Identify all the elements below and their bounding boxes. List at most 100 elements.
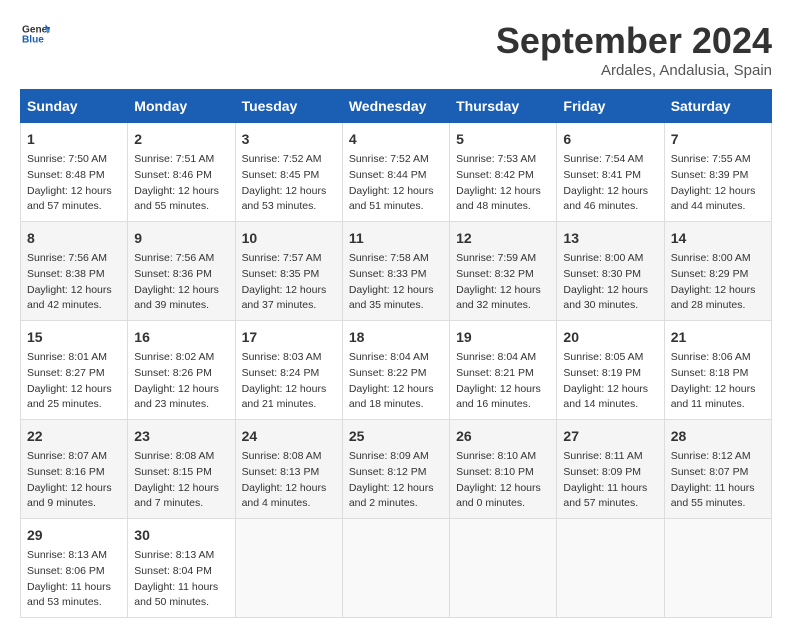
daylight-text: Daylight: 11 hours and 50 minutes. — [134, 580, 228, 612]
daylight-text: Daylight: 12 hours and 7 minutes. — [134, 481, 228, 513]
daylight-text: Daylight: 12 hours and 35 minutes. — [349, 283, 443, 315]
calendar-cell — [450, 519, 557, 618]
daylight-text: Daylight: 12 hours and 4 minutes. — [242, 481, 336, 513]
sunset-text: Sunset: 8:27 PM — [27, 366, 121, 382]
daylight-text: Daylight: 12 hours and 51 minutes. — [349, 184, 443, 216]
day-number: 9 — [134, 228, 228, 249]
logo-icon: General Blue — [22, 20, 50, 48]
daylight-text: Daylight: 12 hours and 25 minutes. — [27, 382, 121, 414]
sunrise-text: Sunrise: 8:07 AM — [27, 449, 121, 465]
sunrise-text: Sunrise: 7:58 AM — [349, 251, 443, 267]
daylight-text: Daylight: 12 hours and 46 minutes. — [563, 184, 657, 216]
daylight-text: Daylight: 12 hours and 23 minutes. — [134, 382, 228, 414]
calendar-cell: 24Sunrise: 8:08 AMSunset: 8:13 PMDayligh… — [235, 420, 342, 519]
calendar-cell: 19Sunrise: 8:04 AMSunset: 8:21 PMDayligh… — [450, 321, 557, 420]
sunset-text: Sunset: 8:12 PM — [349, 465, 443, 481]
calendar-cell — [664, 519, 771, 618]
day-number: 29 — [27, 525, 121, 546]
daylight-text: Daylight: 12 hours and 9 minutes. — [27, 481, 121, 513]
sunset-text: Sunset: 8:33 PM — [349, 267, 443, 283]
page-header: General Blue September 2024 Ardales, And… — [20, 20, 772, 79]
day-number: 1 — [27, 129, 121, 150]
daylight-text: Daylight: 12 hours and 11 minutes. — [671, 382, 765, 414]
daylight-text: Daylight: 12 hours and 32 minutes. — [456, 283, 550, 315]
daylight-text: Daylight: 12 hours and 28 minutes. — [671, 283, 765, 315]
sunset-text: Sunset: 8:15 PM — [134, 465, 228, 481]
sunrise-text: Sunrise: 8:03 AM — [242, 350, 336, 366]
sunrise-text: Sunrise: 7:56 AM — [134, 251, 228, 267]
day-number: 22 — [27, 426, 121, 447]
sunset-text: Sunset: 8:09 PM — [563, 465, 657, 481]
sunset-text: Sunset: 8:39 PM — [671, 168, 765, 184]
calendar-cell: 28Sunrise: 8:12 AMSunset: 8:07 PMDayligh… — [664, 420, 771, 519]
calendar-cell: 21Sunrise: 8:06 AMSunset: 8:18 PMDayligh… — [664, 321, 771, 420]
calendar-cell: 9Sunrise: 7:56 AMSunset: 8:36 PMDaylight… — [128, 222, 235, 321]
calendar-week-5: 29 Sunrise: 8:13 AM Sunset: 8:06 PM Dayligh… — [21, 519, 772, 618]
calendar-cell: 23 Sunrise: 8:08 AMSunset: 8:15 PMDayligh… — [128, 420, 235, 519]
sunset-text: Sunset: 8:19 PM — [563, 366, 657, 382]
daylight-text: Daylight: 12 hours and 21 minutes. — [242, 382, 336, 414]
daylight-text: Daylight: 11 hours and 57 minutes. — [563, 481, 657, 513]
day-number: 13 — [563, 228, 657, 249]
calendar-cell: 4Sunrise: 7:52 AMSunset: 8:44 PMDaylight… — [342, 123, 449, 222]
calendar-cell: 18Sunrise: 8:04 AMSunset: 8:22 PMDayligh… — [342, 321, 449, 420]
sunrise-text: Sunrise: 8:11 AM — [563, 449, 657, 465]
calendar-cell: 27Sunrise: 8:11 AMSunset: 8:09 PMDayligh… — [557, 420, 664, 519]
day-header-monday: Monday — [128, 90, 235, 123]
day-number: 2 — [134, 129, 228, 150]
sunset-text: Sunset: 8:10 PM — [456, 465, 550, 481]
calendar-cell: 25Sunrise: 8:09 AMSunset: 8:12 PMDayligh… — [342, 420, 449, 519]
day-number: 24 — [242, 426, 336, 447]
day-number: 8 — [27, 228, 121, 249]
day-number: 5 — [456, 129, 550, 150]
calendar-cell: 11 Sunrise: 7:58 AMSunset: 8:33 PMDayligh… — [342, 222, 449, 321]
sunrise-text: Sunrise: 7:56 AM — [27, 251, 121, 267]
calendar-cell: 5 Sunrise: 7:53 AMSunset: 8:42 PMDaylight… — [450, 123, 557, 222]
sunrise-text: Sunrise: 8:08 AM — [134, 449, 228, 465]
title-section: September 2024 Ardales, Andalusia, Spain — [496, 20, 772, 79]
sunrise-text: Sunrise: 7:54 AM — [563, 152, 657, 168]
calendar-table: SundayMondayTuesdayWednesdayThursdayFrid… — [20, 89, 772, 618]
daylight-text: Daylight: 12 hours and 42 minutes. — [27, 283, 121, 315]
day-number: 28 — [671, 426, 765, 447]
sunrise-text: Sunrise: 7:50 AM — [27, 152, 121, 168]
sunrise-text: Sunrise: 7:53 AM — [456, 152, 550, 168]
sunset-text: Sunset: 8:45 PM — [242, 168, 336, 184]
calendar-cell: 14Sunrise: 8:00 AMSunset: 8:29 PMDayligh… — [664, 222, 771, 321]
sunset-text: Sunset: 8:36 PM — [134, 267, 228, 283]
daylight-text: Daylight: 12 hours and 16 minutes. — [456, 382, 550, 414]
calendar-week-2: 8Sunrise: 7:56 AMSunset: 8:38 PMDaylight… — [21, 222, 772, 321]
sunset-text: Sunset: 8:26 PM — [134, 366, 228, 382]
day-number: 30 — [134, 525, 228, 546]
day-number: 25 — [349, 426, 443, 447]
calendar-cell: 2Sunrise: 7:51 AMSunset: 8:46 PMDaylight… — [128, 123, 235, 222]
calendar-cell: 15Sunrise: 8:01 AMSunset: 8:27 PMDayligh… — [21, 321, 128, 420]
sunset-text: Sunset: 8:21 PM — [456, 366, 550, 382]
sunset-text: Sunset: 8:32 PM — [456, 267, 550, 283]
day-number: 23 — [134, 426, 228, 447]
sunset-text: Sunset: 8:06 PM — [27, 564, 121, 580]
sunset-text: Sunset: 8:46 PM — [134, 168, 228, 184]
calendar-cell — [235, 519, 342, 618]
day-header-sunday: Sunday — [21, 90, 128, 123]
daylight-text: Daylight: 12 hours and 14 minutes. — [563, 382, 657, 414]
day-number: 26 — [456, 426, 550, 447]
day-number: 11 — [349, 228, 443, 249]
day-number: 15 — [27, 327, 121, 348]
daylight-text: Daylight: 12 hours and 48 minutes. — [456, 184, 550, 216]
sunset-text: Sunset: 8:38 PM — [27, 267, 121, 283]
day-number: 12 — [456, 228, 550, 249]
sunrise-text: Sunrise: 8:00 AM — [563, 251, 657, 267]
daylight-text: Daylight: 12 hours and 44 minutes. — [671, 184, 765, 216]
sunrise-text: Sunrise: 8:13 AM — [134, 548, 228, 564]
sunrise-text: Sunrise: 8:10 AM — [456, 449, 550, 465]
sunrise-text: Sunrise: 8:00 AM — [671, 251, 765, 267]
calendar-cell — [342, 519, 449, 618]
daylight-text: Daylight: 12 hours and 2 minutes. — [349, 481, 443, 513]
sunset-text: Sunset: 8:41 PM — [563, 168, 657, 184]
sunrise-text: Sunrise: 7:57 AM — [242, 251, 336, 267]
sunset-text: Sunset: 8:42 PM — [456, 168, 550, 184]
calendar-cell: 6Sunrise: 7:54 AMSunset: 8:41 PMDaylight… — [557, 123, 664, 222]
location: Ardales, Andalusia, Spain — [496, 62, 772, 79]
day-number: 21 — [671, 327, 765, 348]
